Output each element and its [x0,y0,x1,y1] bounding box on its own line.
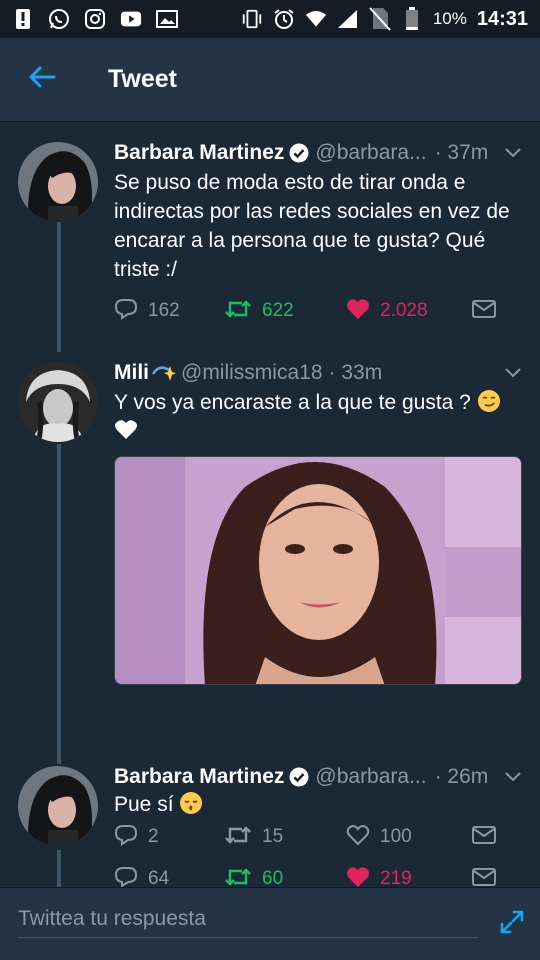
app-header: Tweet [0,38,540,122]
tweet-thread[interactable]: Barbara Martinez @barbara... · 37m Se pu… [0,122,540,887]
alarm-icon [273,8,295,30]
verified-badge-icon [289,767,309,787]
retweet-count: 60 [262,868,284,887]
expand-arrows-icon [499,909,525,940]
reply-button[interactable]: 64 [114,866,224,887]
reply-composer: Twittea tu respuesta [0,887,540,960]
instagram-icon [84,8,106,30]
tweet-actions: 162 622 2.028 [114,296,524,326]
battery-icon [401,7,423,30]
author-name[interactable]: Mili [114,361,149,385]
avatar[interactable] [18,362,98,442]
tweet-time: · 33m [328,361,383,384]
heart-filled-icon [346,298,370,325]
tweet-header: Mili @milissmica18 · 33m [114,358,524,388]
share-button[interactable] [472,299,496,324]
like-count: 2.028 [380,300,428,321]
arrow-left-icon [28,66,56,93]
tweet-actions: 64 60 219 [114,864,524,887]
status-bar: 10% 14:31 [0,0,540,38]
gallery-icon [156,8,178,30]
signal-icon [337,8,359,30]
white-heart-emoji-icon [114,418,138,442]
tweet-text: Pue sí [114,790,524,819]
no-sim-icon [369,7,391,31]
reply-count: 162 [148,300,180,321]
reply-icon [114,866,138,887]
tweet-time: · 37m [434,141,489,164]
back-button[interactable] [12,50,72,110]
chevron-down-icon[interactable] [502,766,524,788]
heart-filled-icon [346,866,370,888]
tweet-image[interactable] [114,456,522,685]
retweet-count: 622 [262,300,294,321]
author-handle[interactable]: @barbara... [315,141,426,165]
author-handle[interactable]: @barbara... [315,765,426,789]
avatar[interactable] [18,766,98,846]
tweet[interactable]: Barbara Martinez @barbara... · 26m Pue s… [0,762,540,887]
clock: 14:31 [476,7,528,30]
tweet-header: Barbara Martinez @barbara... · 26m [114,762,524,792]
tweet-text: Se puso de moda esto de tirar onda e ind… [114,171,510,281]
tweet-header: Barbara Martinez @barbara... · 37m [114,138,524,168]
envelope-icon [472,299,496,324]
tweet-text-body: Y vos ya encaraste a la que te gusta ? [114,391,471,414]
retweet-button[interactable]: 60 [224,866,346,888]
like-button[interactable]: 219 [346,866,472,888]
tweet[interactable]: Mili @milissmica18 · 33m Y vos ya encara… [0,342,540,847]
page-title: Tweet [108,65,177,93]
whatsapp-icon [48,8,70,30]
chevron-down-icon[interactable] [502,362,524,384]
smirking-face-emoji-icon [477,389,501,413]
expand-composer-button[interactable] [498,910,526,938]
reply-icon [114,298,138,325]
share-button[interactable] [472,867,496,888]
like-button[interactable]: 2.028 [346,298,472,325]
wifi-icon [305,8,327,30]
like-count: 219 [380,868,412,887]
author-name[interactable]: Barbara Martinez [114,141,284,165]
dizzy-emoji-icon [151,362,177,384]
tweet-text-body: Pue sí [114,793,174,816]
avatar[interactable] [18,142,98,222]
battery-percentage: 10% [432,9,467,28]
alert-notification-icon [12,8,34,30]
youtube-icon [120,8,142,30]
author-handle[interactable]: @milissmica18 [181,361,323,385]
tweet-text: Y vos ya encaraste a la que te gusta ? [114,388,524,446]
tweet-time: · 26m [434,765,489,788]
kissing-face-emoji-icon [179,791,203,815]
chevron-down-icon[interactable] [502,142,524,164]
verified-badge-icon [289,143,309,163]
vibrate-icon [241,8,263,30]
reply-count: 64 [148,868,170,887]
author-name[interactable]: Barbara Martinez [114,765,284,789]
tweet[interactable]: Barbara Martinez @barbara... · 37m Se pu… [0,122,540,342]
envelope-icon [472,867,496,888]
retweet-icon [224,298,252,325]
retweet-button[interactable]: 622 [224,298,346,325]
reply-button[interactable]: 162 [114,298,224,325]
retweet-icon [224,866,252,888]
reply-input[interactable]: Twittea tu respuesta [18,900,478,938]
